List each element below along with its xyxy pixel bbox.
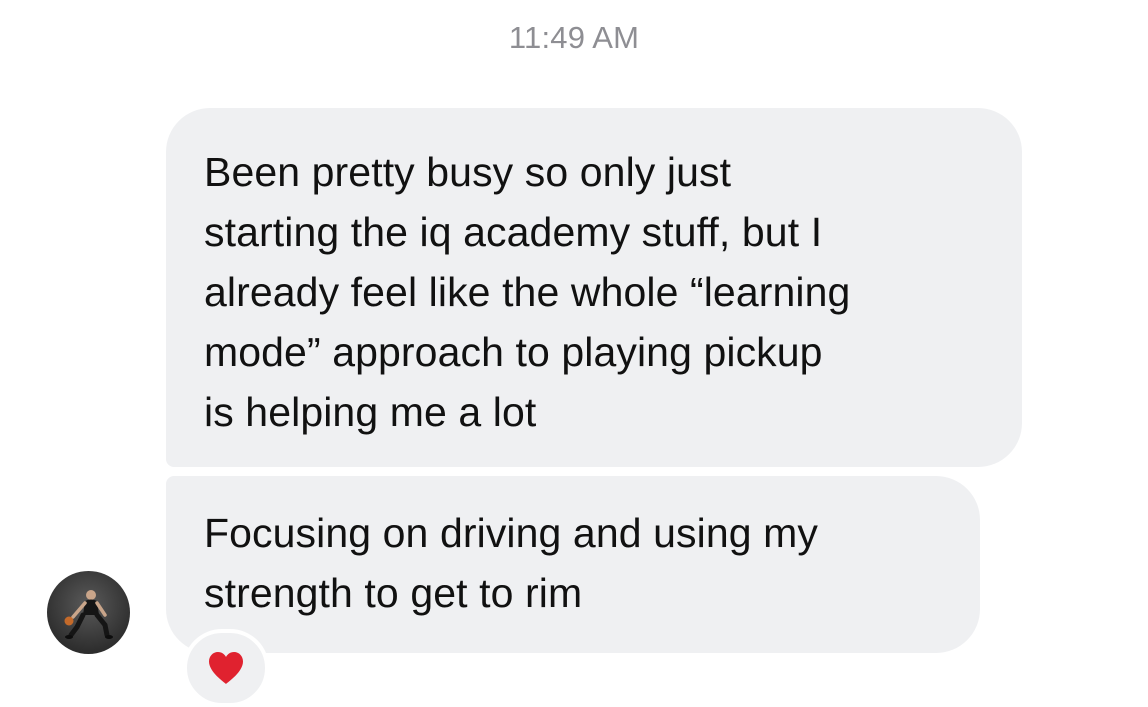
message-timestamp: 11:49 AM xyxy=(508,20,640,55)
sender-avatar[interactable] xyxy=(47,571,130,654)
message-text-line: Been pretty busy so only just xyxy=(204,149,732,195)
message-text-line: starting the iq academy stuff, but I xyxy=(204,209,823,255)
message-bubble[interactable]: Focusing on driving and using my strengt… xyxy=(166,476,980,653)
heart-icon xyxy=(209,652,243,684)
message-text-line: mode” approach to playing pickup xyxy=(204,329,823,375)
basketball-player-photo xyxy=(64,590,113,639)
message-text-line: Focusing on driving and using my xyxy=(204,510,818,556)
message-text-line: already feel like the whole “learning xyxy=(204,269,851,315)
message-text-line: strength to get to rim xyxy=(204,570,583,616)
message-reaction[interactable] xyxy=(183,629,269,707)
message-text-line: is helping me a lot xyxy=(204,389,537,435)
message-bubble[interactable]: Been pretty busy so only just starting t… xyxy=(166,108,1022,467)
